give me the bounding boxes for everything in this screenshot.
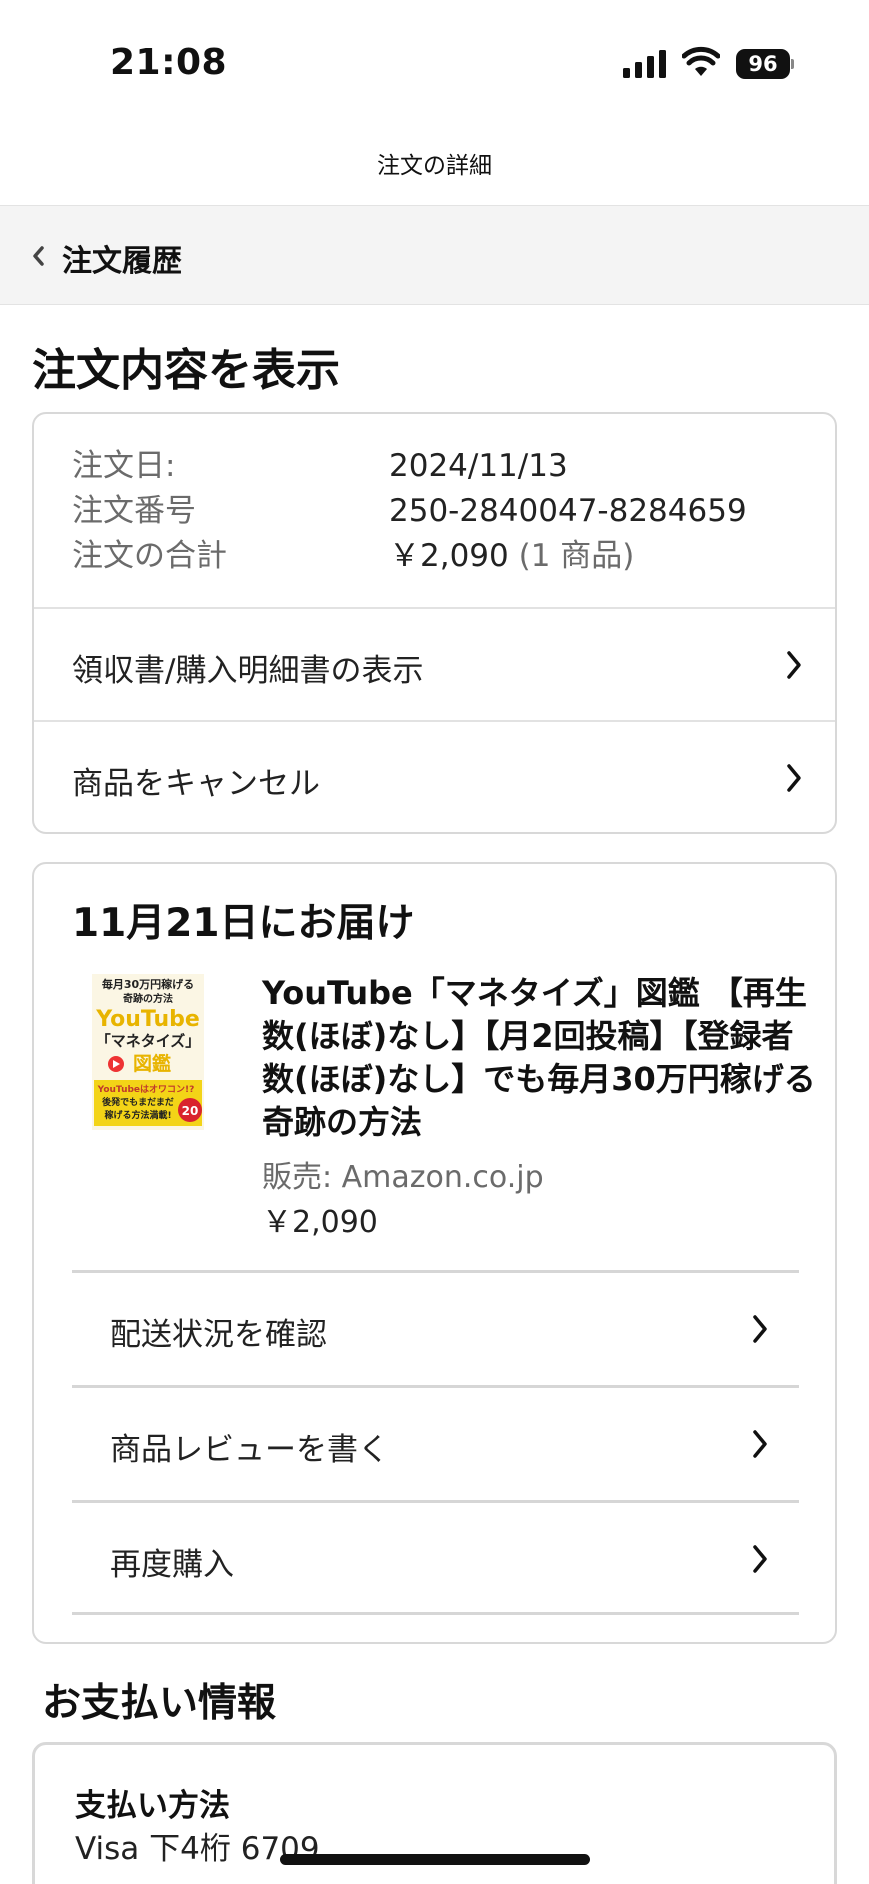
chevron-right-icon <box>787 651 801 679</box>
divider <box>72 1612 799 1615</box>
item-price: ￥2,090 <box>262 1205 378 1240</box>
cover-tag2: 図鑑 <box>133 1052 171 1075</box>
buy-again-label: 再度購入 <box>110 1547 234 1583</box>
cover-line1: 毎月30万円稼げる <box>102 977 194 991</box>
product-title-link[interactable]: YouTube「マネタイズ」図鑑 【再生数(ほぼ)なし】【月2回投稿】【登録者数… <box>262 972 822 1144</box>
cellular-signal-icon <box>623 50 666 78</box>
battery-icon: 96 <box>736 49 794 79</box>
chevron-left-icon <box>33 246 44 266</box>
shipment-card: 11月21日にお届け 毎月30万円稼げる 奇跡の方法 YouTube 「マネタイ… <box>32 862 837 1644</box>
order-number-label: 注文番号 <box>72 493 196 529</box>
cover-banner: YouTubeはオワコン!? <box>97 1084 195 1095</box>
status-bar: 21:08 96 <box>0 0 869 120</box>
order-date-label: 注文日: <box>72 448 176 484</box>
payment-heading: お支払い情報 <box>42 1681 277 1726</box>
cover-brand: YouTube <box>95 1007 200 1032</box>
order-summary-card: 注文日: 2024/11/13 注文番号 250-2840047-8284659… <box>32 412 837 834</box>
cover-badge: 20 <box>182 1104 199 1118</box>
wifi-icon <box>682 46 720 76</box>
status-time: 21:08 <box>110 42 228 83</box>
seller-info: 販売: Amazon.co.jp <box>262 1160 544 1195</box>
battery-level: 96 <box>736 49 790 79</box>
cover-tagline: 「マネタイズ」 <box>96 1032 201 1050</box>
chevron-right-icon <box>753 1545 767 1573</box>
payment-method-label: 支払い方法 <box>75 1788 230 1824</box>
order-total-amount: ￥2,090 <box>389 538 509 574</box>
cancel-item-label: 商品をキャンセル <box>72 766 320 802</box>
buy-again-button[interactable]: 再度購入 <box>72 1500 799 1615</box>
nav-title: 注文の詳細 <box>377 153 492 179</box>
chevron-right-icon <box>753 1315 767 1343</box>
chevron-right-icon <box>787 764 801 792</box>
order-total-label: 注文の合計 <box>72 538 227 574</box>
delivery-date: 11月21日にお届け <box>72 901 415 946</box>
back-to-order-history[interactable]: 注文履歴 <box>0 205 869 305</box>
cover-line2: 奇跡の方法 <box>123 992 173 1005</box>
write-review-button[interactable]: 商品レビューを書く <box>72 1385 799 1500</box>
order-total-value: ￥2,090 (1 商品) <box>389 534 634 579</box>
receipt-link[interactable]: 領収書/購入明細書の表示 <box>34 607 835 720</box>
page-heading: 注文内容を表示 <box>32 345 340 396</box>
home-indicator[interactable] <box>280 1854 590 1865</box>
track-package-button[interactable]: 配送状況を確認 <box>72 1270 799 1385</box>
track-package-label: 配送状況を確認 <box>110 1317 327 1353</box>
order-date-value: 2024/11/13 <box>389 448 568 484</box>
cover-banner2: 後発でもまだまだ <box>102 1096 174 1108</box>
cancel-item-link[interactable]: 商品をキャンセル <box>34 720 835 833</box>
cover-banner3: 稼げる方法満載! <box>104 1109 171 1121</box>
back-label: 注文履歴 <box>62 244 182 279</box>
order-number-value: 250-2840047-8284659 <box>389 493 747 529</box>
order-total-items: (1 商品) <box>518 538 635 574</box>
chevron-right-icon <box>753 1430 767 1458</box>
receipt-link-label: 領収書/購入明細書の表示 <box>72 653 424 689</box>
write-review-label: 商品レビューを書く <box>110 1432 389 1468</box>
book-cover-image[interactable]: 毎月30万円稼げる 奇跡の方法 YouTube 「マネタイズ」 図鑑 YouTu… <box>92 974 204 1130</box>
